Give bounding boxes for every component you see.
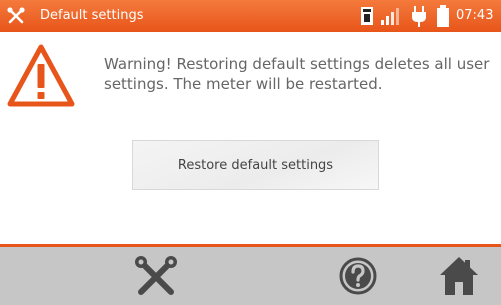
restore-button-label: Restore default settings: [177, 157, 334, 173]
tools-icon: [7, 7, 25, 24]
settings-tools-icon: [135, 256, 177, 295]
restore-default-settings-button[interactable]: Restore default settings: [132, 140, 379, 190]
power-plug-icon: [411, 0, 427, 32]
warning-triangle-icon: [7, 44, 75, 107]
content-area: Warning! Restoring default settings dele…: [0, 32, 501, 244]
bottom-toolbar: [0, 247, 501, 305]
page-title: Default settings: [40, 8, 144, 23]
warning-message: Warning! Restoring default settings dele…: [104, 55, 490, 93]
clock: 07:43: [456, 8, 494, 23]
home-button[interactable]: [439, 255, 479, 297]
settings-tools-button[interactable]: [133, 254, 179, 300]
title-bar: Default settings 07:43: [0, 0, 501, 32]
help-button[interactable]: [338, 256, 378, 296]
signal-strength-icon: [380, 0, 400, 32]
memory-card-icon: [360, 0, 374, 32]
home-icon: [440, 257, 478, 295]
help-icon: [339, 257, 377, 295]
battery-icon: [436, 0, 450, 32]
